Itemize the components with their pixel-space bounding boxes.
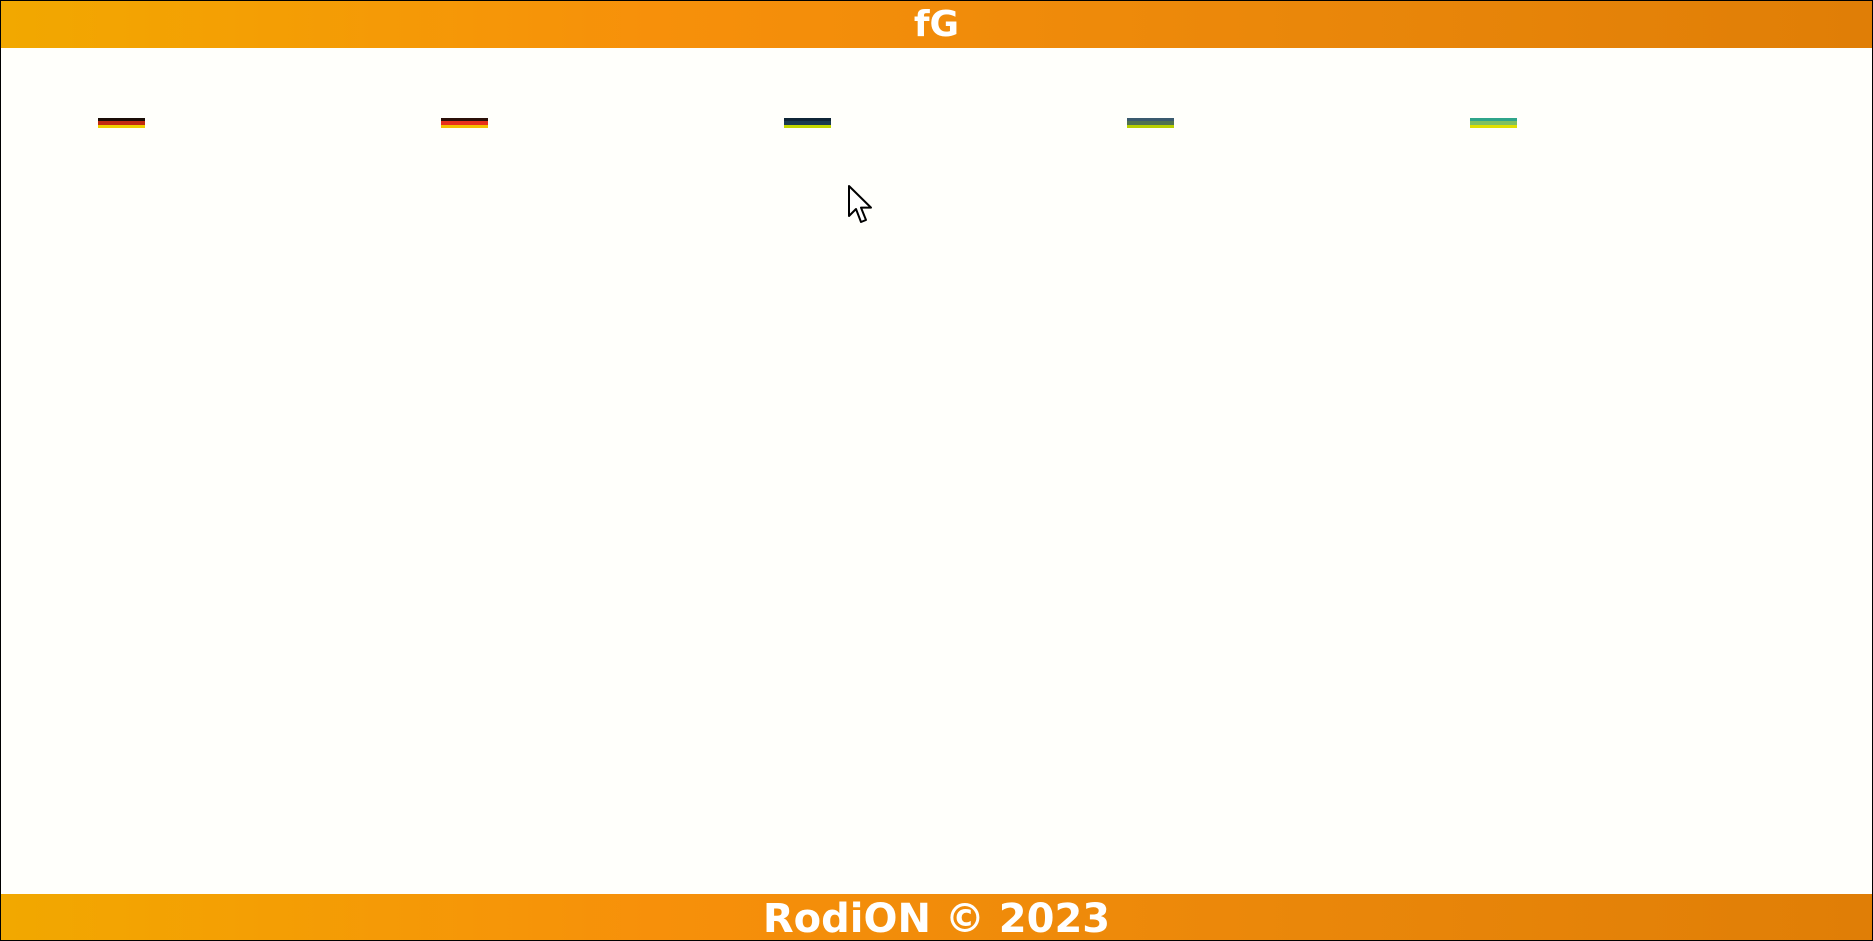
mouse-pointer-icon	[848, 185, 872, 223]
thumbnail-image-strip	[98, 124, 145, 128]
footer-bar: RodiON © 2023	[1, 894, 1872, 940]
thumbnail-image-strip	[441, 124, 488, 128]
copyright-text: RodiON © 2023	[762, 896, 1111, 940]
gallery-area	[1, 48, 1872, 894]
app-window: fG RodiON © 2023	[1, 1, 1872, 940]
gallery-thumbnail-2[interactable]	[441, 118, 488, 128]
gallery-thumbnail-3[interactable]	[784, 118, 831, 128]
gallery-thumbnail-5[interactable]	[1470, 118, 1517, 128]
header-bar: fG	[1, 1, 1872, 48]
gallery-thumbnail-1[interactable]	[98, 118, 145, 128]
thumbnail-image-strip	[784, 124, 831, 128]
thumbnail-image-strip	[1470, 124, 1517, 128]
thumbnail-image-strip	[1127, 124, 1174, 128]
site-title: fG	[913, 4, 960, 45]
gallery-thumbnail-4[interactable]	[1127, 118, 1174, 128]
